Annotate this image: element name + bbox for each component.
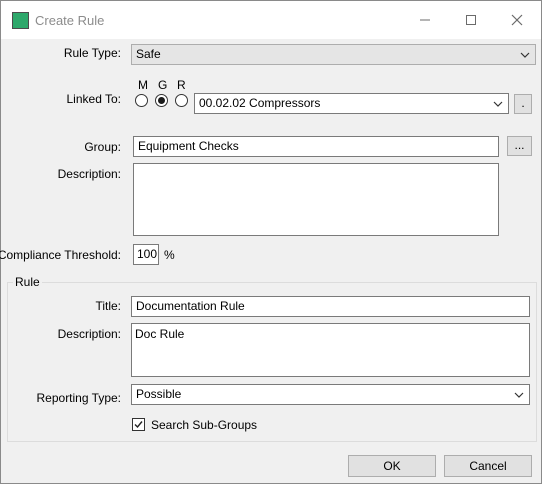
radio-label-g: G — [158, 78, 168, 92]
description-field[interactable] — [133, 163, 499, 236]
cancel-button[interactable]: Cancel — [444, 455, 532, 477]
rule-title-field[interactable]: Documentation Rule — [131, 296, 530, 317]
create-rule-dialog: Create Rule Rule Type: Safe M G R Linked… — [0, 0, 542, 484]
ok-button[interactable]: OK — [348, 455, 436, 477]
group-field[interactable]: Equipment Checks — [133, 136, 499, 157]
linked-to-value: 00.02.02 Compressors — [199, 96, 321, 110]
compliance-threshold-label: Compliance Threshold: — [0, 248, 121, 262]
search-subgroups-label: Search Sub-Groups — [151, 418, 258, 432]
linked-to-label: Linked To: — [66, 92, 122, 106]
title-bar: Create Rule — [1, 1, 541, 39]
radio-label-r: R — [177, 78, 186, 92]
close-icon — [511, 14, 523, 26]
linked-to-dropdown[interactable]: 00.02.02 Compressors — [194, 93, 509, 114]
checkmark-icon — [134, 421, 143, 429]
compliance-threshold-field[interactable]: 100 — [133, 244, 159, 265]
minimize-button[interactable] — [402, 1, 448, 39]
minimize-icon — [420, 19, 430, 21]
rule-type-value: Safe — [136, 47, 161, 61]
reporting-type-dropdown[interactable]: Possible — [131, 384, 530, 405]
radio-label-m: M — [138, 78, 148, 92]
maximize-button[interactable] — [448, 1, 494, 39]
rule-description-field[interactable]: Doc Rule — [131, 323, 530, 377]
rule-section-label: Rule — [13, 275, 42, 289]
maximize-icon — [466, 15, 476, 25]
chevron-down-icon — [520, 52, 530, 58]
reporting-type-value: Possible — [136, 387, 182, 401]
radio-r[interactable] — [175, 94, 188, 107]
radio-m[interactable] — [135, 94, 148, 107]
description-label: Description: — [57, 167, 121, 181]
percent-unit: % — [164, 248, 175, 262]
rule-description-label: Description: — [57, 327, 121, 341]
linked-browse-button[interactable]: . — [514, 94, 532, 114]
app-icon — [12, 12, 29, 29]
search-subgroups-checkbox[interactable] — [132, 418, 145, 431]
radio-g[interactable] — [155, 94, 168, 107]
chevron-down-icon — [493, 101, 503, 107]
window-title: Create Rule — [35, 13, 105, 28]
rule-title-label: Title: — [95, 299, 121, 313]
group-label: Group: — [84, 140, 121, 154]
reporting-type-label: Reporting Type: — [36, 391, 122, 405]
rule-type-dropdown[interactable]: Safe — [131, 44, 536, 65]
rule-type-label: Rule Type: — [63, 46, 121, 60]
chevron-down-icon — [514, 392, 524, 398]
group-browse-button[interactable]: ... — [507, 136, 532, 156]
close-button[interactable] — [494, 1, 540, 39]
